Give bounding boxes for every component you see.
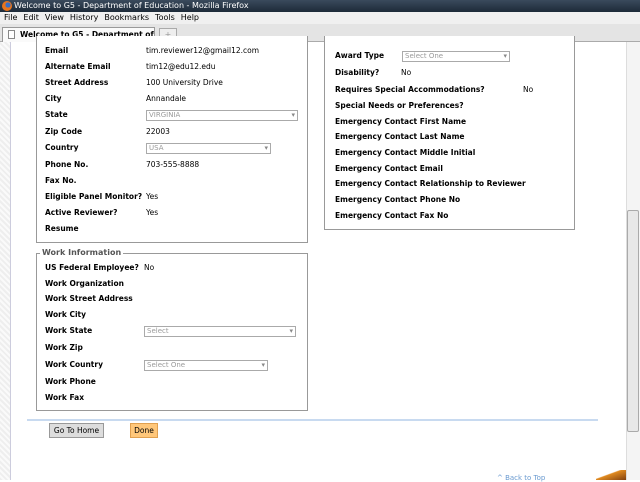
field-label: Phone No. [45,160,89,169]
field-value: Yes [146,192,159,201]
field-label: Special Needs or Preferences? [335,101,464,110]
field-label: Work Country [45,360,103,369]
done-button[interactable]: Done [130,423,158,438]
field-label: Requires Special Accommodations? [335,85,485,94]
field-label: Award Type [335,51,385,60]
window-title: Welcome to G5 - Department of Education … [0,0,640,12]
field-label: Eligible Panel Monitor? [45,192,143,201]
field-label: Work Organization [45,279,124,288]
field-label: Active Reviewer? [45,208,118,217]
menu-bar: File Edit View History Bookmarks Tools Help [0,12,640,24]
field-label: Emergency Contact Fax No [335,211,449,220]
logo-corner [596,470,626,480]
field-label: Fax No. [45,176,77,185]
field-label: Resume [45,224,79,233]
menu-tools[interactable]: Tools [155,13,175,22]
field-value: No [401,68,412,77]
field-label: Street Address [45,78,109,87]
field-value: No [144,263,155,272]
menu-bookmarks[interactable]: Bookmarks [104,13,149,22]
menu-edit[interactable]: Edit [23,13,39,22]
field-value: Yes [146,208,159,217]
field-label: Emergency Contact First Name [335,117,467,126]
scrollbar-thumb[interactable] [627,210,639,432]
divider [27,419,598,421]
menu-view[interactable]: View [45,13,64,22]
select-field[interactable]: Select One [144,360,268,371]
menu-history[interactable]: History [70,13,98,22]
field-label: Work City [45,310,87,319]
field-label: Alternate Email [45,62,111,71]
page-icon [8,30,15,39]
field-label: State [45,110,68,119]
field-label: US Federal Employee? [45,263,139,272]
field-label: Zip Code [45,127,83,136]
back-to-top-link[interactable]: ^ Back to Top [497,474,545,482]
field-value: 100 University Drive [146,78,223,87]
field-value: 22003 [146,127,170,136]
field-label: Emergency Contact Email [335,164,443,173]
field-label: Work State [45,326,93,335]
field-label: Work Street Address [45,294,133,303]
field-value: 703-555-8888 [146,160,200,169]
field-label: Emergency Contact Relationship to Review… [335,179,526,188]
firefox-icon [2,1,12,11]
field-value: Annandale [146,94,187,103]
menu-help[interactable]: Help [181,13,199,22]
field-value: No [523,85,534,94]
field-label: Work Phone [45,377,96,386]
select-field[interactable]: USA [146,143,271,154]
field-label: Work Zip [45,343,83,352]
field-label: Emergency Contact Last Name [335,132,465,141]
select-field[interactable]: VIRGINIA [146,110,298,121]
page-background [0,42,10,480]
go-to-home-button[interactable]: Go To Home [49,423,104,438]
field-label: Work Fax [45,393,85,402]
field-value: tim.reviewer12@gmail12.com [146,46,260,55]
field-label: Email [45,46,69,55]
field-label: City [45,94,62,103]
field-label: Emergency Contact Phone No [335,195,461,204]
field-label: Country [45,143,79,152]
select-field[interactable]: Select One [402,51,510,62]
field-label: Disability? [335,68,380,77]
field-label: Emergency Contact Middle Initial [335,148,476,157]
select-field[interactable]: Select [144,326,296,337]
work-info-legend: Work Information [40,248,124,257]
menu-file[interactable]: File [4,13,17,22]
field-value: tim12@edu12.edu [146,62,216,71]
